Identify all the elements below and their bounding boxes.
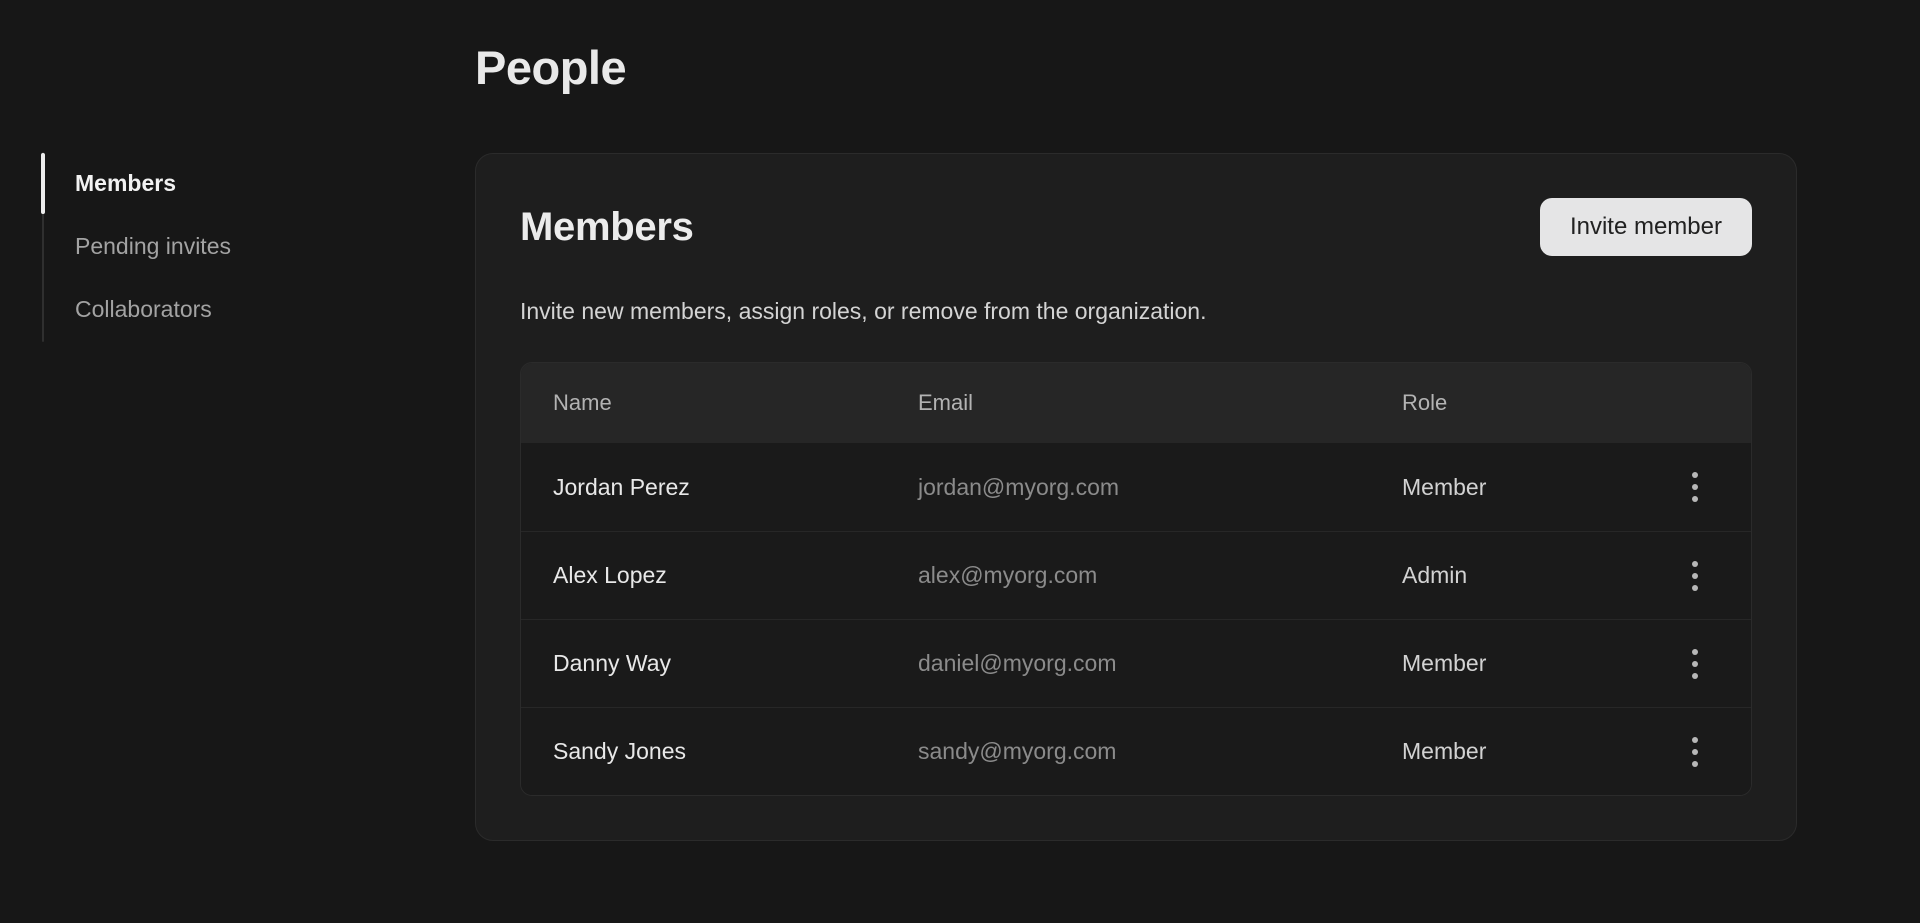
member-role: Member <box>1402 738 1671 765</box>
member-name: Jordan Perez <box>553 474 918 501</box>
member-email: alex@myorg.com <box>918 562 1402 589</box>
kebab-menu-icon <box>1692 649 1698 655</box>
sidebar-item-label: Pending invites <box>75 233 231 260</box>
row-actions-menu-button[interactable] <box>1671 463 1719 511</box>
people-settings-page: People Members Pending invites Collabora… <box>0 0 1920 923</box>
member-email: jordan@myorg.com <box>918 474 1402 501</box>
card-description: Invite new members, assign roles, or rem… <box>520 296 1752 326</box>
sidebar-item-label: Members <box>75 170 176 197</box>
table-row: Alex Lopez alex@myorg.com Admin <box>521 531 1751 619</box>
sidebar-item-pending-invites[interactable]: Pending invites <box>42 215 402 278</box>
sidebar-item-label: Collaborators <box>75 296 212 323</box>
card-heading: Members <box>520 205 694 250</box>
member-name: Sandy Jones <box>553 738 918 765</box>
column-header-email: Email <box>918 390 1402 416</box>
kebab-menu-icon <box>1692 472 1698 478</box>
row-actions-menu-button[interactable] <box>1671 728 1719 776</box>
kebab-menu-icon <box>1692 561 1698 567</box>
table-row: Jordan Perez jordan@myorg.com Member <box>521 443 1751 531</box>
members-card: Members Invite member Invite new members… <box>475 153 1797 841</box>
table-header-row: Name Email Role <box>521 363 1751 443</box>
row-actions-menu-button[interactable] <box>1671 552 1719 600</box>
table-row: Sandy Jones sandy@myorg.com Member <box>521 707 1751 795</box>
card-header: Members Invite member <box>520 198 1752 256</box>
active-indicator-bar <box>41 153 45 214</box>
member-role: Member <box>1402 650 1671 677</box>
sidebar-item-collaborators[interactable]: Collaborators <box>42 278 402 341</box>
kebab-menu-icon <box>1692 737 1698 743</box>
settings-sidebar: Members Pending invites Collaborators <box>42 152 402 341</box>
column-header-name: Name <box>553 390 918 416</box>
members-table: Name Email Role Jordan Perez jordan@myor… <box>520 362 1752 796</box>
member-email: sandy@myorg.com <box>918 738 1402 765</box>
member-role: Member <box>1402 474 1671 501</box>
member-name: Danny Way <box>553 650 918 677</box>
member-email: daniel@myorg.com <box>918 650 1402 677</box>
member-role: Admin <box>1402 562 1671 589</box>
sidebar-item-members[interactable]: Members <box>42 152 402 215</box>
member-name: Alex Lopez <box>553 562 918 589</box>
column-header-role: Role <box>1402 390 1671 416</box>
row-actions-menu-button[interactable] <box>1671 640 1719 688</box>
page-title: People <box>475 40 626 95</box>
table-row: Danny Way daniel@myorg.com Member <box>521 619 1751 707</box>
invite-member-button[interactable]: Invite member <box>1540 198 1752 256</box>
